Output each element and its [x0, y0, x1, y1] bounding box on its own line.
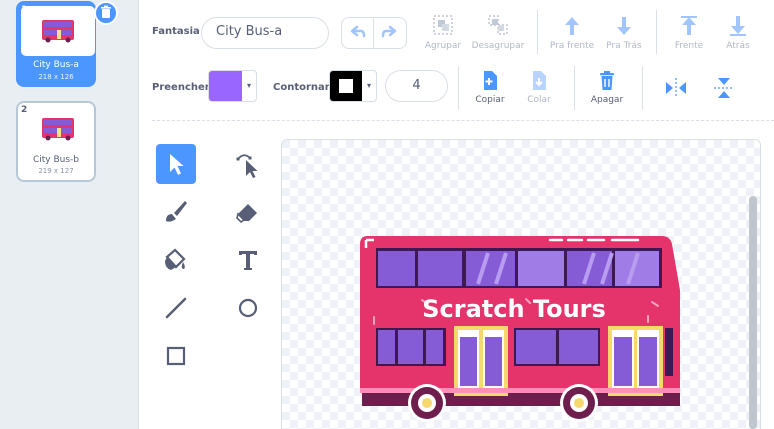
trash-icon	[600, 71, 614, 90]
arrow-up-icon	[565, 17, 579, 35]
select-arrow-icon	[170, 154, 184, 175]
outline-width-input[interactable]: 4	[385, 70, 448, 102]
costume-thumbnail	[21, 106, 95, 156]
ungroup-label: Desagrupar	[471, 41, 525, 51]
eraser-icon	[236, 204, 257, 224]
undo-icon	[350, 25, 366, 38]
forward-label: Pra frente	[549, 41, 595, 51]
bring-to-front-icon	[681, 16, 697, 35]
costume-thumbnail	[21, 6, 95, 56]
costume-size: 219 x 127	[38, 167, 74, 175]
back-label: Atrás	[726, 41, 750, 51]
costume-number: 1	[21, 5, 28, 15]
flip-horizontal-icon	[666, 78, 686, 98]
delete-costume-button[interactable]	[94, 1, 118, 25]
copy-label: Copiar	[475, 95, 505, 105]
toolbar-divider	[574, 66, 575, 110]
canvas-artwork: Scratch Tours	[282, 140, 760, 429]
fill-color-picker[interactable]: ▾	[208, 70, 257, 102]
back-button[interactable]: Atrás	[718, 13, 758, 55]
undo-redo-group	[341, 17, 407, 49]
toolbar-divider	[656, 10, 657, 54]
outline-color-swatch	[330, 71, 362, 101]
costume-name: City Bus-b	[32, 155, 80, 165]
brush-icon	[166, 201, 187, 222]
bus-thumbnail-icon	[42, 118, 74, 141]
forward-button[interactable]: Pra frente	[548, 13, 596, 55]
chevron-down-icon: ▾	[367, 81, 372, 90]
costume-card-2[interactable]: 2 City Bus-b 219 x 127	[16, 101, 96, 182]
text-tool[interactable]	[228, 240, 268, 280]
outline-swatch-inner	[339, 79, 353, 93]
flip-horizontal-button[interactable]	[663, 75, 689, 101]
arrow-down-icon	[617, 17, 631, 35]
toolbar-divider	[642, 66, 643, 110]
toolbar-divider	[458, 66, 459, 110]
costume-card-1[interactable]: 1 City Bus-a 218 x 126	[16, 1, 118, 87]
paint-bucket-icon	[165, 248, 186, 270]
send-to-back-icon	[730, 16, 746, 36]
reshape-icon	[236, 154, 258, 178]
costume-list: 1 City Bus-a 218 x 126 2 City Bus-b 219 …	[0, 0, 123, 429]
paste-icon	[533, 71, 546, 90]
fill-color-swatch	[209, 71, 242, 101]
backward-label: Pra Trás	[606, 41, 642, 51]
bus-thumbnail-icon	[42, 20, 74, 43]
ungroup-button[interactable]: Desagrupar	[470, 13, 526, 55]
rectangle-icon	[166, 346, 186, 366]
costume-name-label: Fantasia	[152, 26, 200, 37]
redo-icon	[381, 25, 397, 38]
costume-name-input[interactable]: City Bus-a	[201, 17, 329, 49]
circle-icon	[238, 298, 258, 318]
toolbar-bottom-divider	[152, 120, 774, 122]
flip-vertical-button[interactable]	[711, 75, 737, 101]
outline-color-picker[interactable]: ▾	[329, 70, 377, 102]
brush-tool[interactable]	[156, 192, 196, 232]
chevron-down-icon: ▾	[247, 81, 252, 90]
trash-icon	[101, 5, 111, 18]
ungroup-icon	[488, 15, 508, 35]
front-button[interactable]: Frente	[668, 13, 710, 55]
circle-tool[interactable]	[228, 288, 268, 328]
group-label: Agrupar	[424, 41, 462, 51]
group-icon	[433, 15, 453, 35]
backward-button[interactable]: Pra Trás	[601, 13, 647, 55]
costume-number: 2	[21, 105, 28, 115]
costume-size: 218 x 126	[38, 73, 74, 81]
paste-button[interactable]: Colar	[519, 70, 559, 110]
outline-label: Contornar	[273, 82, 330, 93]
line-tool[interactable]	[156, 288, 196, 328]
delete-button[interactable]: Apagar	[587, 70, 627, 110]
paint-canvas[interactable]: Scratch Tours	[281, 139, 761, 429]
line-icon	[165, 297, 187, 319]
eraser-tool[interactable]	[228, 192, 268, 232]
copy-button[interactable]: Copiar	[470, 70, 510, 110]
select-tool[interactable]	[156, 144, 196, 184]
toolbar-divider	[537, 10, 538, 54]
front-label: Frente	[674, 41, 704, 51]
costume-name: City Bus-a	[33, 60, 79, 70]
copy-icon	[484, 71, 497, 90]
fill-label: Preencher	[152, 82, 210, 93]
delete-label: Apagar	[590, 95, 624, 105]
bus-sign-text: Scratch Tours	[422, 295, 606, 323]
redo-button[interactable]	[374, 17, 407, 49]
undo-button[interactable]	[341, 17, 374, 49]
canvas-scrollbar[interactable]	[749, 196, 757, 429]
paste-label: Colar	[527, 95, 551, 105]
reshape-tool[interactable]	[228, 144, 268, 184]
flip-vertical-icon	[714, 78, 734, 98]
bus-drawing: Scratch Tours	[360, 236, 680, 422]
costume-list-scrollbar[interactable]	[122, 0, 139, 429]
fill-tool[interactable]	[156, 240, 196, 280]
text-icon	[239, 251, 257, 270]
group-button[interactable]: Agrupar	[421, 13, 465, 55]
rectangle-tool[interactable]	[156, 336, 196, 376]
